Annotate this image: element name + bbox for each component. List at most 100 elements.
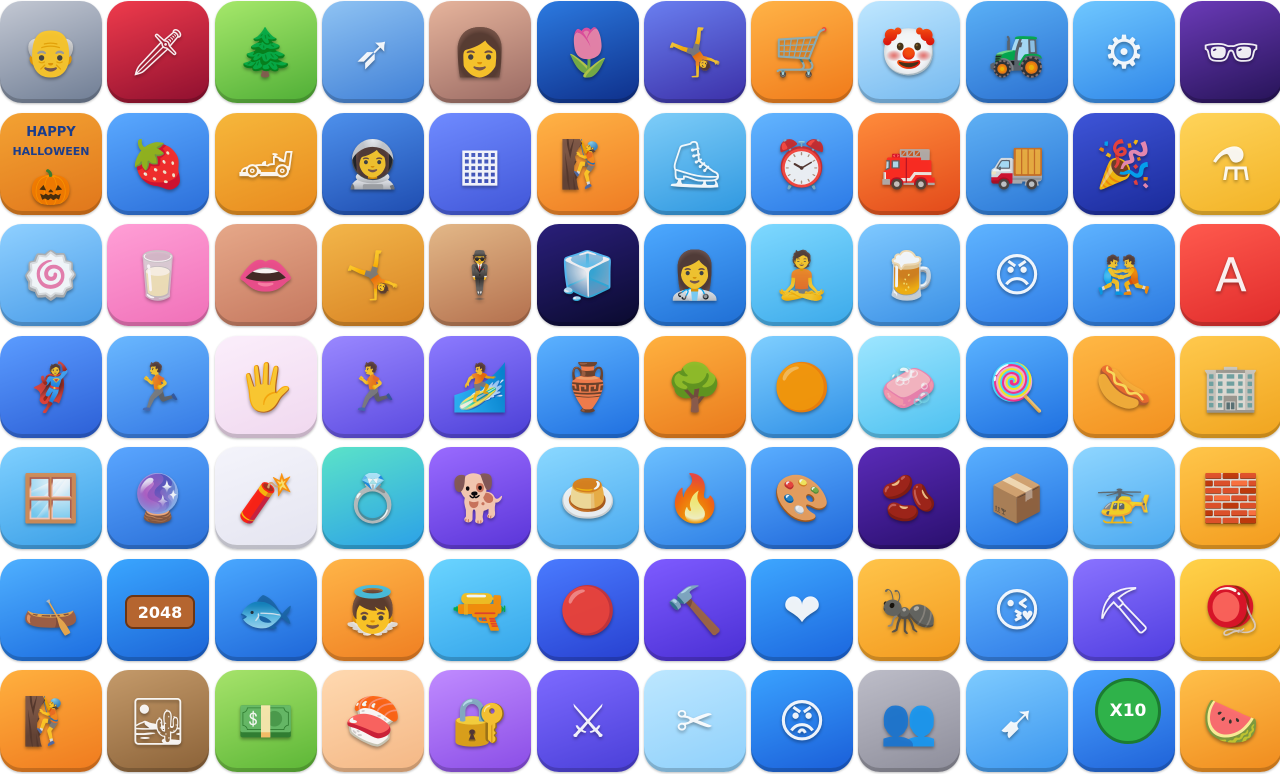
hammer-man-icon[interactable]: 🔨 bbox=[644, 559, 746, 661]
paint-tile-icon[interactable]: 🎨 bbox=[751, 447, 853, 549]
drill-icon[interactable]: ⚙ bbox=[1073, 1, 1175, 103]
forklift-crates-icon[interactable]: 📦 bbox=[966, 447, 1068, 549]
arrow-icon[interactable]: ➶ bbox=[322, 1, 424, 103]
gymnast-rings-icon[interactable]: 🤸 bbox=[322, 224, 424, 326]
tug-of-war-icon[interactable]: 🤼 bbox=[1073, 224, 1175, 326]
alarm-clock-icon[interactable]: ⏰ bbox=[751, 113, 853, 215]
astronaut-icon[interactable]: 👩‍🚀 bbox=[322, 113, 424, 215]
jelly-bean-icon[interactable]: 🫘 bbox=[858, 447, 960, 549]
chainsaw-tree-icon[interactable]: 🌳 bbox=[644, 336, 746, 438]
rope-cut-glyph: 🧨 bbox=[237, 471, 295, 525]
builder-runner-icon[interactable]: 🧱 bbox=[1180, 447, 1280, 549]
squeegee-icon[interactable]: 🪟 bbox=[0, 447, 102, 549]
spy-woman-icon[interactable]: 🔫 bbox=[429, 559, 531, 661]
tightrope-icon[interactable]: 🤸 bbox=[644, 1, 746, 103]
blocks-glyph: ▦ bbox=[458, 137, 502, 191]
neon-cube-icon[interactable]: 🧊 bbox=[537, 224, 639, 326]
hero-punch-icon[interactable]: 🦸 bbox=[0, 336, 102, 438]
builder-runner-glyph: 🧱 bbox=[1202, 471, 1260, 525]
cinnamon-roll-icon[interactable]: 🍥 bbox=[0, 224, 102, 326]
sausage-fork-icon[interactable]: 🌭 bbox=[1073, 336, 1175, 438]
jelly-drop-icon[interactable]: 🍮 bbox=[537, 447, 639, 549]
kayak-icon[interactable]: 🛶 bbox=[0, 559, 102, 661]
unicycle-clown-icon[interactable]: 🤡 bbox=[858, 1, 960, 103]
dog-grooming-icon[interactable]: 🐕 bbox=[429, 447, 531, 549]
sand-cubes-icon[interactable]: 🏜 bbox=[107, 670, 209, 772]
money-man-glyph: 💵 bbox=[237, 694, 295, 748]
seesaw-icon[interactable]: 🌲 bbox=[215, 1, 317, 103]
helicopter-icon[interactable]: 🚁 bbox=[1073, 447, 1175, 549]
firefighter-icon[interactable]: 🚒 bbox=[858, 113, 960, 215]
rope-climber-icon[interactable]: 🧗 bbox=[537, 113, 639, 215]
tile-2048-badge: 2048 bbox=[125, 595, 195, 629]
bulldozer-icon[interactable]: 🚜 bbox=[966, 1, 1068, 103]
rope-cut-icon[interactable]: 🧨 bbox=[215, 447, 317, 549]
yoyo-icon[interactable]: 🪀 bbox=[1180, 559, 1280, 661]
yoga-icon[interactable]: 🧘 bbox=[751, 224, 853, 326]
app-icon-grid: 👴 🗡 🌲 ➶ 👩 🌷 🤸 🛒 🤡 🚜 ⚙ 🕶 🎃 HAPPY HALLOWEEN 🍓 🏎 👩‍🚀 ▦ 🧗 ⛸ ⏰ 🚒 🚚 🎉 ⚗… bbox=[0, 0, 1280, 774]
rope-climber-glyph: 🧗 bbox=[559, 137, 617, 191]
angry-ball-runner-icon[interactable]: 😡 bbox=[751, 670, 853, 772]
moving-truck-icon[interactable]: 🚚 bbox=[966, 113, 1068, 215]
pixel-heart-icon[interactable]: ❤ bbox=[751, 559, 853, 661]
crowd-push-icon[interactable]: 🏃 bbox=[322, 336, 424, 438]
letter-runner-icon[interactable]: A bbox=[1180, 224, 1280, 326]
soap-cut-icon[interactable]: 🧼 bbox=[858, 336, 960, 438]
ring-slice-icon[interactable]: 💍 bbox=[322, 447, 424, 549]
waitress-icon[interactable]: 🍺 bbox=[858, 224, 960, 326]
party-popper-icon[interactable]: 🎉 bbox=[1073, 113, 1175, 215]
sand-cubes-glyph: 🏜 bbox=[128, 694, 188, 748]
ice-skate-icon[interactable]: ⛸ bbox=[644, 113, 746, 215]
spy-woman-glyph: 🔫 bbox=[451, 583, 509, 637]
fish-cutting-icon[interactable]: 🐟 bbox=[215, 559, 317, 661]
fish-cutting-glyph: 🐟 bbox=[237, 583, 295, 637]
race-cars-icon[interactable]: 🏎 bbox=[215, 113, 317, 215]
crystal-ball-icon[interactable]: 🔮 bbox=[107, 447, 209, 549]
hex-2048-icon[interactable]: 2048 bbox=[107, 559, 209, 661]
kiss-emoji-icon[interactable]: 😘 bbox=[966, 559, 1068, 661]
multiplier-balls-icon[interactable]: X10 bbox=[1073, 670, 1175, 772]
grandpa-icon[interactable]: 👴 bbox=[0, 1, 102, 103]
sword-runner-icon[interactable]: ⚔ bbox=[537, 670, 639, 772]
pottery-icon[interactable]: 🏺 bbox=[537, 336, 639, 438]
tower-stack-icon[interactable]: 🏢 bbox=[1180, 336, 1280, 438]
pottery-glyph: 🏺 bbox=[559, 360, 617, 414]
rope-fire-icon[interactable]: 🔥 bbox=[644, 447, 746, 549]
grandpa-glyph: 👴 bbox=[22, 25, 80, 79]
hand-prints-icon[interactable]: 🖐 bbox=[215, 336, 317, 438]
sushi-icon[interactable]: 🍣 bbox=[322, 670, 424, 772]
scissors-icon[interactable]: ✂ bbox=[644, 670, 746, 772]
pinball-icon[interactable]: 🔴 bbox=[537, 559, 639, 661]
digger-icon[interactable]: ⛏ bbox=[1073, 559, 1175, 661]
angel-crowd-icon[interactable]: 👼 bbox=[322, 559, 424, 661]
spy-runner-icon[interactable]: 🕶 bbox=[1180, 1, 1280, 103]
blocks-icon[interactable]: ▦ bbox=[429, 113, 531, 215]
slime-icon[interactable]: 🥛 bbox=[107, 224, 209, 326]
woman-portrait-icon[interactable]: 👩 bbox=[429, 1, 531, 103]
shopping-cart-icon[interactable]: 🛒 bbox=[751, 1, 853, 103]
halloween-glyph: 🎃 bbox=[29, 168, 73, 208]
slope-arrow-icon[interactable]: ➹ bbox=[966, 670, 1068, 772]
lollipop-icon[interactable]: 🍭 bbox=[966, 336, 1068, 438]
tulip-icon[interactable]: 🌷 bbox=[537, 1, 639, 103]
magnifier-fruit-icon[interactable]: 🍓 bbox=[107, 113, 209, 215]
rope-swing-icon[interactable]: 🧗 bbox=[0, 670, 102, 772]
water-slide-icon[interactable]: 🏄 bbox=[429, 336, 531, 438]
jump-runner-icon[interactable]: 🏃 bbox=[107, 336, 209, 438]
doctor-icon[interactable]: 👩‍⚕ bbox=[644, 224, 746, 326]
glass-smash-icon[interactable]: 🟠 bbox=[751, 336, 853, 438]
halloween-icon[interactable]: 🎃 HAPPY HALLOWEEN bbox=[0, 113, 102, 215]
crowd-maze-icon[interactable]: 👥 bbox=[858, 670, 960, 772]
potion-icon[interactable]: ⚗ bbox=[1180, 113, 1280, 215]
angry-man-icon[interactable]: 😠 bbox=[966, 224, 1068, 326]
alarm-clock-glyph: ⏰ bbox=[773, 137, 831, 191]
sword-icon[interactable]: 🗡 bbox=[107, 1, 209, 103]
ninja-fruit-icon[interactable]: 🍉 bbox=[1180, 670, 1280, 772]
lips-filler-icon[interactable]: 👄 bbox=[215, 224, 317, 326]
tightrope-glyph: 🤸 bbox=[666, 25, 724, 79]
ant-icon[interactable]: 🐜 bbox=[858, 559, 960, 661]
safe-icon[interactable]: 🔐 bbox=[429, 670, 531, 772]
money-man-icon[interactable]: 💵 bbox=[215, 670, 317, 772]
angel-crowd-glyph: 👼 bbox=[344, 583, 402, 637]
couple-icon[interactable]: 🕴 bbox=[429, 224, 531, 326]
